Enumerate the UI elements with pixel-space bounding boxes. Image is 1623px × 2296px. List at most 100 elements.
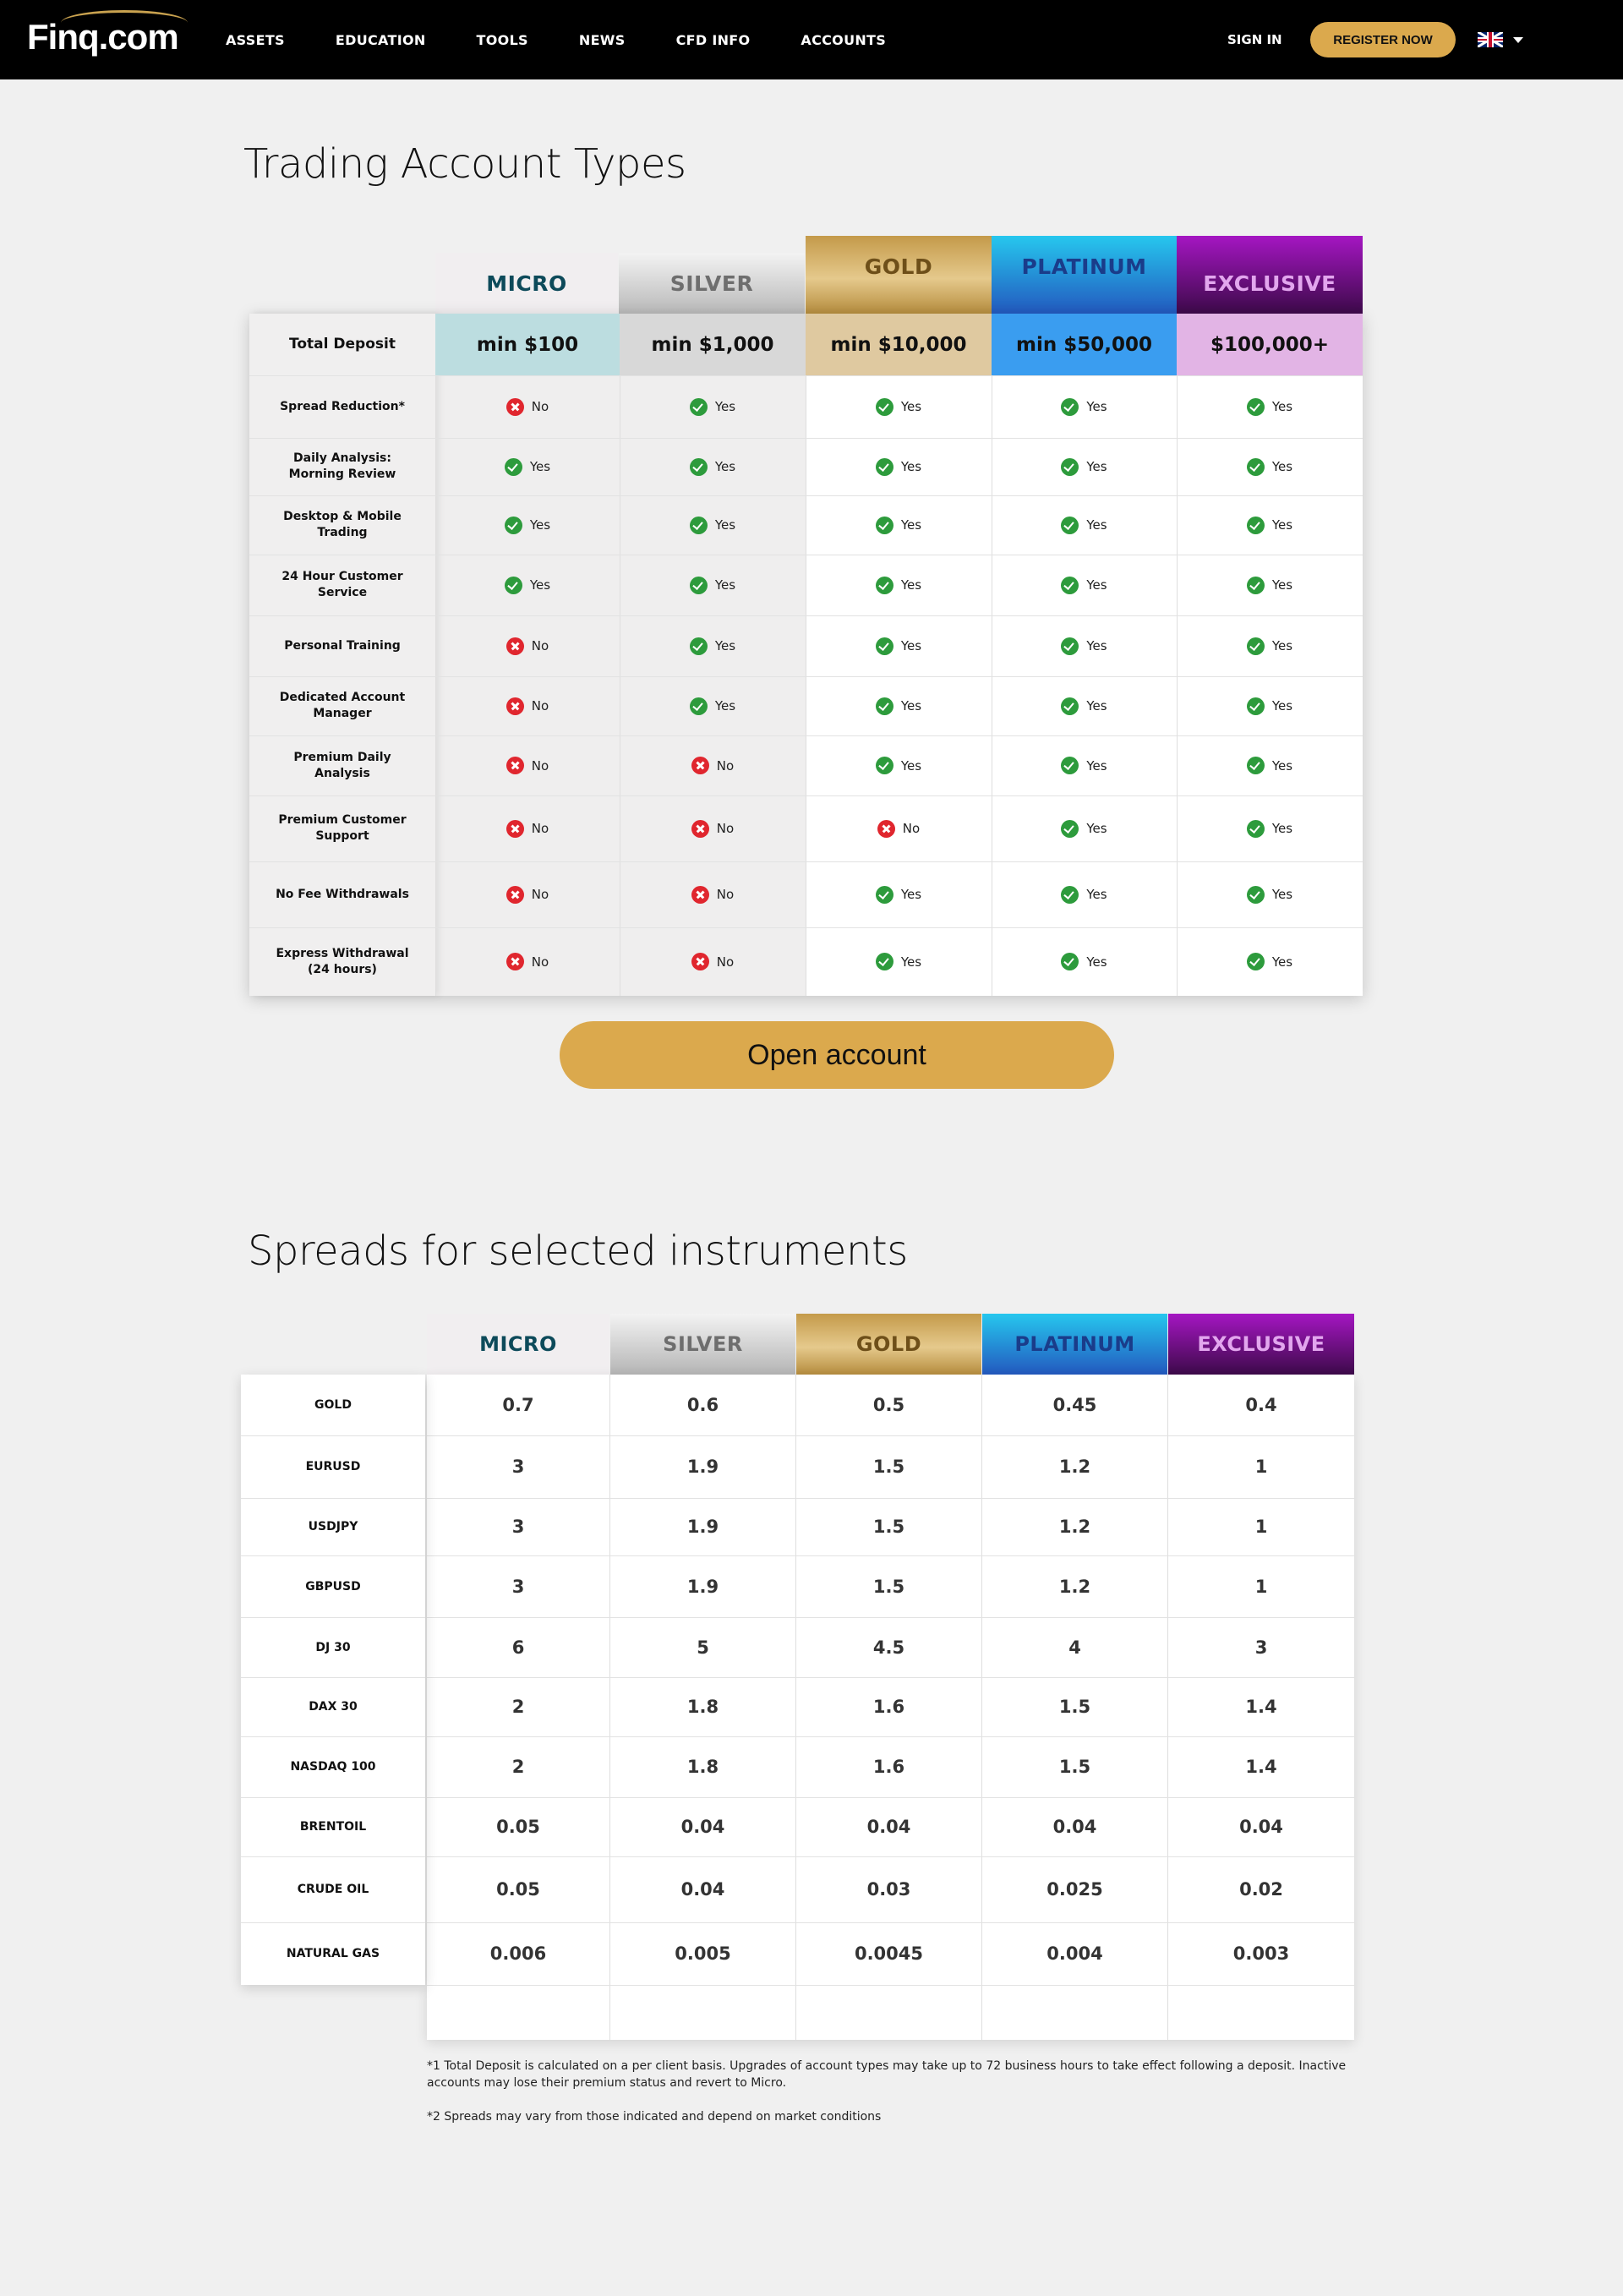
deposit-cell: min $10,000 [806, 314, 992, 375]
menu-item-tools[interactable]: TOOLS [477, 32, 528, 48]
feature-value-text: No [902, 821, 921, 836]
feature-value-cell: No [435, 927, 620, 996]
uk-flag-icon[interactable] [1478, 32, 1503, 47]
feature-value-text: Yes [1271, 517, 1293, 533]
feature-value-text: Yes [1086, 399, 1107, 414]
deposit-cell: min $50,000 [992, 314, 1177, 375]
check-icon [875, 953, 893, 970]
feature-value-cell: Yes [992, 795, 1177, 861]
feature-value-cell: Yes [620, 438, 806, 495]
spreads-values-table: 0.7 0.6 0.5 0.45 0.4 3 1.9 1.5 1.2 1 3 1.9 1.5 1.2 1 3 1… [427, 1375, 1354, 2040]
feature-value-text: Yes [1086, 757, 1107, 774]
check-icon [875, 885, 893, 904]
spread-value-cell: 1.5 [1058, 1757, 1091, 1777]
spread-value-cell: 0.006 [489, 1943, 547, 1964]
account-types-title: Trading Account Types [243, 140, 686, 188]
instrument-label: DJ 30 [315, 1640, 351, 1654]
feature-value-text: Yes [1271, 954, 1293, 970]
instrument-label: NATURAL GAS [286, 1947, 380, 1960]
spread-value-cell: 0.04 [866, 1817, 911, 1837]
check-icon [1061, 819, 1079, 838]
check-icon [1061, 637, 1079, 655]
finq-logo[interactable]: Finq.com [27, 10, 188, 57]
spread-value-cell: 1.8 [686, 1757, 719, 1777]
feature-value-text: Yes [900, 757, 922, 774]
check-icon [1061, 516, 1079, 534]
feature-value-text: Yes [1086, 954, 1107, 970]
check-icon [1246, 457, 1265, 476]
feature-value-cell: Yes [992, 555, 1177, 615]
check-icon [875, 697, 893, 715]
cross-icon [505, 819, 524, 838]
menu-item-cfd-info[interactable]: CFD INFO [676, 32, 751, 48]
spread-value-cell: 1.5 [872, 1517, 905, 1537]
feature-value-text: Yes [714, 577, 736, 593]
feature-value-text: Yes [900, 399, 922, 414]
feature-value-cell: Yes [806, 676, 992, 735]
feature-value-cell: Yes [1177, 495, 1363, 555]
feature-value-cell: Yes [1177, 438, 1363, 495]
open-account-button[interactable]: Open account [560, 1021, 1114, 1089]
feature-row-label: Premium Daily Analysis [293, 750, 391, 780]
feature-value-text: Yes [1086, 577, 1107, 593]
menu-item-accounts[interactable]: ACCOUNTS [801, 32, 886, 48]
feature-value-cell: Yes [620, 555, 806, 615]
feature-value-cell: Yes [1177, 615, 1363, 676]
feature-value-cell: Yes [806, 615, 992, 676]
spreads-instrument-column: GOLD EURUSD USDJPY GBPUSD DJ 30 DAX 30 NASDAQ … [241, 1375, 425, 1985]
feature-value-cell: Yes [806, 927, 992, 996]
check-icon [504, 576, 522, 594]
spread-value-cell: 1 [1254, 1517, 1268, 1537]
spread-value-cell: 0.6 [686, 1395, 719, 1415]
tier-header-platinum: PLATINUM [992, 236, 1177, 314]
spread-value-cell: 1.8 [686, 1697, 719, 1717]
spread-value-cell: 1.6 [872, 1757, 905, 1777]
feature-value-text: Yes [1086, 821, 1107, 836]
spread-value-cell: 0.04 [680, 1817, 725, 1837]
register-now-button[interactable]: REGISTER NOW [1310, 22, 1456, 57]
deposit-cell: min $1,000 [620, 314, 806, 375]
feature-value-text: Yes [1086, 698, 1107, 713]
check-icon [689, 516, 708, 534]
spread-value-cell: 4 [1068, 1637, 1081, 1658]
check-icon [1061, 885, 1079, 904]
feature-value-cell: Yes [806, 861, 992, 927]
check-icon [1246, 397, 1265, 416]
check-icon [689, 697, 708, 715]
feature-value-text: Yes [714, 517, 736, 533]
spread-value-cell: 1.9 [686, 1576, 719, 1597]
check-icon [1061, 576, 1079, 594]
feature-value-text: No [531, 638, 549, 653]
row-label-total-deposit: Total Deposit [289, 336, 396, 353]
feature-value-text: No [531, 399, 549, 414]
check-icon [875, 457, 893, 476]
instrument-label: GBPUSD [305, 1579, 361, 1594]
feature-value-text: Yes [1271, 698, 1293, 713]
chevron-down-icon[interactable] [1513, 37, 1523, 43]
menu-item-assets[interactable]: ASSETS [226, 32, 285, 48]
instrument-label: CRUDE OIL [297, 1883, 369, 1896]
spread-value-cell: 0.02 [1239, 1879, 1283, 1900]
feature-value-text: No [716, 821, 735, 836]
feature-value-text: Yes [1086, 887, 1107, 902]
feature-value-cell: Yes [992, 495, 1177, 555]
feature-value-text: Yes [900, 887, 922, 902]
spread-value-cell: 1.9 [686, 1457, 719, 1477]
spread-value-cell: 2 [511, 1697, 525, 1717]
check-icon [689, 457, 708, 476]
cross-icon [691, 757, 709, 774]
instrument-label: BRENTOIL [299, 1820, 367, 1834]
instrument-label: NASDAQ 100 [290, 1760, 376, 1774]
tier-header-exclusive: EXCLUSIVE [1177, 236, 1363, 314]
feature-value-cell: No [435, 615, 620, 676]
spread-value-cell: 0.003 [1232, 1943, 1290, 1964]
menu-item-news[interactable]: NEWS [579, 32, 626, 48]
spread-value-cell: 0.05 [496, 1879, 540, 1900]
feature-row-label: No Fee Withdrawals [276, 887, 409, 901]
menu-item-education[interactable]: EDUCATION [336, 32, 426, 48]
sign-in-link[interactable]: SIGN IN [1227, 32, 1282, 47]
spread-value-cell: 1.2 [1058, 1517, 1091, 1537]
feature-row-label: 24 Hour Customer Service [281, 570, 403, 599]
feature-value-cell: Yes [992, 375, 1177, 438]
spread-value-cell: 1 [1254, 1457, 1268, 1477]
